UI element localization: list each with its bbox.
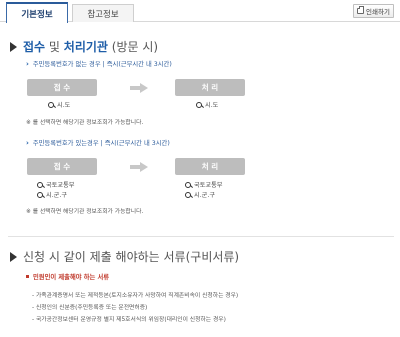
lookup-process-sido[interactable]: 시.도	[196, 100, 218, 109]
lookup-receipt-molit[interactable]: 국토교통부	[37, 180, 74, 189]
magnifier-icon	[185, 191, 191, 198]
section2-title-text: 신청 시 같이 제출 해야하는 서류(구비서류)	[23, 250, 240, 264]
note-text: ※ 를 선택하면 해당기관 정보조회가 가능합니다.	[26, 209, 144, 215]
arrow-right-icon	[130, 83, 148, 93]
document-item: - 국가공간정보센터 운영규정 별지 제5호서식의 위임장(대리인이 신청하는 …	[32, 317, 226, 323]
magnifier-icon	[37, 181, 43, 188]
title-part-receipt: 접수	[23, 40, 46, 54]
step-receipt: 접 수	[27, 79, 97, 96]
lookup-receipt-sigungu[interactable]: 시.군.구	[37, 190, 67, 199]
chevron-right-icon: ›	[26, 59, 29, 68]
group1-heading: › 주민등록번호가 없는 경우 | 즉시(근무시간 내 3시간)	[26, 59, 172, 69]
document-item-text: 국가공간정보센터 운영규정 별지 제5호서식의 위임장(대리인이 신청하는 경우…	[35, 317, 226, 323]
arrow-right-icon	[130, 162, 148, 172]
lookup-label: 시.군.구	[194, 192, 216, 199]
magnifier-icon	[185, 181, 191, 188]
document-item: - 신청인의 신분증(주민등록증 또는 운전면허증)	[32, 305, 148, 311]
lookup-note: ※ 를 선택하면 해당기관 정보조회가 가능합니다.	[26, 206, 143, 215]
tab-basic-info[interactable]: 기본정보	[6, 2, 68, 23]
tab-bar: 기본정보 참고정보 인쇄하기	[0, 0, 400, 23]
magnifier-icon	[196, 101, 202, 108]
print-button[interactable]: 인쇄하기	[353, 4, 394, 18]
lookup-receipt-sido[interactable]: 시.도	[48, 100, 70, 109]
print-button-label: 인쇄하기	[366, 8, 390, 16]
title-part-agency: 처리기관	[63, 40, 108, 54]
documents-subheading: 민원인이 제출해야 하는 서류	[26, 272, 109, 281]
lookup-label: 시.도	[57, 102, 71, 109]
tab-reference-info[interactable]: 참고정보	[72, 4, 134, 22]
group2-heading-text: 주민등록번호가 있는경우 | 즉시(근무시간 내 3시간)	[32, 140, 170, 147]
bullet-dot-icon	[26, 275, 29, 278]
magnifier-icon	[37, 191, 43, 198]
lookup-process-molit[interactable]: 국토교통부	[185, 180, 222, 189]
document-item-text: 가족관계증명서 또는 제적등본(토지소유자가 사망하여 직계존비속이 신청하는 …	[35, 293, 239, 299]
lookup-label: 국토교통부	[194, 182, 223, 189]
chevron-right-icon: ›	[26, 138, 29, 147]
lookup-label: 시.군.구	[46, 192, 68, 199]
title-part-and: 및	[48, 40, 60, 54]
step-receipt: 접 수	[27, 158, 97, 175]
document-item-text: 신청인의 신분증(주민등록증 또는 운전면허증)	[35, 305, 148, 311]
group1-heading-text: 주민등록번호가 없는 경우 | 즉시(근무시간 내 3시간)	[32, 61, 172, 68]
document-item: - 가족관계증명서 또는 제적등본(토지소유자가 사망하여 직계존비속이 신청하…	[32, 293, 239, 299]
title-part-visit: (방문 시)	[111, 40, 159, 54]
lookup-label: 국토교통부	[46, 182, 75, 189]
section-bullet-icon	[10, 251, 17, 262]
lookup-note: ※ 를 선택하면 해당기관 정보조회가 가능합니다.	[26, 117, 143, 126]
lookup-process-sigungu[interactable]: 시.군.구	[185, 190, 215, 199]
step-process: 처 리	[175, 158, 245, 175]
lookup-label: 시.도	[205, 102, 219, 109]
section-title-documents: 신청 시 같이 제출 해야하는 서류(구비서류)	[10, 248, 239, 265]
printer-icon	[357, 6, 365, 14]
section-divider	[8, 236, 394, 237]
documents-subheading-text: 민원인이 제출해야 하는 서류	[33, 274, 110, 281]
step-process: 처 리	[175, 79, 245, 96]
note-text: ※ 를 선택하면 해당기관 정보조회가 가능합니다.	[26, 120, 144, 126]
section-bullet-icon	[10, 41, 17, 52]
section-title-agency: 접수 및 처리기관 (방문 시)	[10, 38, 158, 55]
group2-heading: › 주민등록번호가 있는경우 | 즉시(근무시간 내 3시간)	[26, 138, 170, 148]
magnifier-icon	[48, 101, 54, 108]
